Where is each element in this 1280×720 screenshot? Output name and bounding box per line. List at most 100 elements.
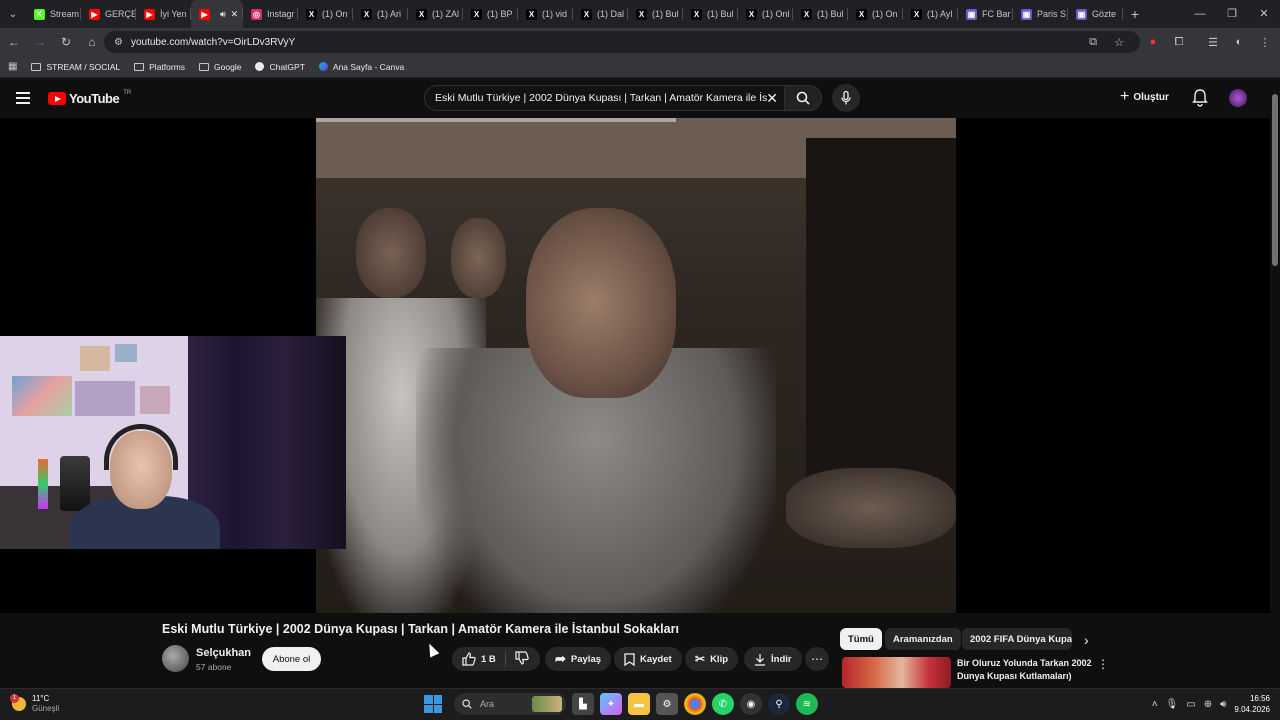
clear-search-icon[interactable]: ✕ xyxy=(766,90,778,107)
browser-tab[interactable]: X (1) Ari xyxy=(353,0,408,28)
weather-widget[interactable]: 1 11°C Güneşli xyxy=(10,694,59,714)
browser-tab[interactable]: X (1) Bul xyxy=(793,0,848,28)
obs-icon[interactable]: ◉ xyxy=(740,693,762,715)
create-button[interactable]: + Oluştur xyxy=(1120,88,1169,106)
browser-tab[interactable]: X (1) On xyxy=(298,0,353,28)
channel-avatar[interactable] xyxy=(162,645,189,672)
recommended-more-icon[interactable]: ⋮ xyxy=(1097,657,1109,671)
extension-icon[interactable]: ● xyxy=(1142,31,1164,53)
channel-name[interactable]: Selçukhan xyxy=(196,647,251,659)
scrollbar-thumb[interactable] xyxy=(1272,94,1278,266)
site-info-icon[interactable]: ⚙ xyxy=(114,37,123,48)
youtube-logo[interactable]: YouTube TR xyxy=(48,90,131,106)
browser-tab[interactable]: ◎ Instagr xyxy=(243,0,298,28)
notifications-bell-icon[interactable] xyxy=(1192,89,1208,112)
extensions-puzzle-icon[interactable]: ⧠ xyxy=(1168,31,1190,53)
account-avatar[interactable] xyxy=(1229,89,1247,107)
save-button[interactable]: Kaydet xyxy=(614,647,682,671)
settings-gear-icon[interactable]: ⚙ xyxy=(656,693,678,715)
browser-tab[interactable]: X (1) Bul xyxy=(683,0,738,28)
browser-menu-icon[interactable]: ⋮ xyxy=(1254,31,1276,53)
browser-tab[interactable]: X (1) Dal xyxy=(573,0,628,28)
dislike-button[interactable] xyxy=(515,650,529,668)
browser-tab[interactable]: X (1) BP xyxy=(463,0,518,28)
whatsapp-icon[interactable]: ✆ xyxy=(712,693,734,715)
address-bar[interactable]: ⚙ youtube.com/watch?v=OirLDv3RVyY xyxy=(104,31,1140,53)
file-explorer-icon[interactable]: ▬ xyxy=(628,693,650,715)
sun-icon: 1 xyxy=(10,694,26,711)
restore-icon[interactable]: ❐ xyxy=(1216,0,1248,28)
home-icon[interactable]: ⌂ xyxy=(80,30,104,54)
subscribe-button[interactable]: Abone ol xyxy=(262,647,321,671)
tray-network-icon[interactable]: ⊕ xyxy=(1204,699,1212,710)
browser-tab[interactable]: X (1) Bul xyxy=(628,0,683,28)
search-button[interactable] xyxy=(784,85,822,111)
subscriber-count: 57 abone xyxy=(196,662,232,672)
install-app-icon[interactable]: ⧉ xyxy=(1082,31,1104,53)
reading-list-icon[interactable]: ☰ xyxy=(1202,31,1224,53)
microphone-prop xyxy=(60,456,90,511)
profile-icon[interactable]: ◐ xyxy=(1228,31,1250,53)
bookmark-canva[interactable]: Ana Sayfa - Canva xyxy=(318,62,404,72)
browser-tab[interactable]: ▣ Paris S xyxy=(1013,0,1068,28)
youtube-play-icon xyxy=(48,92,66,105)
chrome-icon[interactable] xyxy=(684,693,706,715)
forward-icon[interactable]: → xyxy=(28,30,52,54)
spotify-icon[interactable]: ≋ xyxy=(796,693,818,715)
logo-text: YouTube xyxy=(69,91,120,106)
task-view-icon[interactable]: ▙ xyxy=(572,693,594,715)
browser-tab[interactable]: K Stream xyxy=(26,0,81,28)
taskbar-search[interactable]: Ara xyxy=(454,693,566,715)
chip-from-search[interactable]: Aramanızdan xyxy=(885,628,961,650)
browser-tab[interactable]: X (1) ZAl xyxy=(408,0,463,28)
browser-tab[interactable]: ▶ İyi Yen xyxy=(136,0,191,28)
tray-volume-icon[interactable]: 🔊︎ xyxy=(1220,699,1226,710)
folder-icon xyxy=(199,62,210,71)
clock[interactable]: 16:56 9.04.2026 xyxy=(1234,693,1270,715)
recommended-thumbnail[interactable] xyxy=(842,657,951,688)
tab-favicon-icon: X xyxy=(801,8,812,20)
tray-chevron-up-icon[interactable]: ˄ xyxy=(1152,699,1158,710)
browser-tab[interactable]: X (1) Ayl xyxy=(903,0,958,28)
like-button[interactable]: 1 B xyxy=(462,652,496,666)
reload-icon[interactable]: ↻ xyxy=(54,30,78,54)
chip-all[interactable]: Tümü xyxy=(840,628,882,650)
copilot-icon[interactable]: ✦ xyxy=(600,693,622,715)
more-actions-icon[interactable]: ⋯ xyxy=(805,647,829,671)
like-dislike-group: 1 B xyxy=(452,647,540,671)
bookmark-stream-social[interactable]: STREAM / SOCIAL xyxy=(31,62,120,72)
tray-microphone-icon[interactable]: 🎙︎ xyxy=(1166,699,1179,710)
new-tab-button[interactable]: + xyxy=(1123,6,1147,22)
minimize-icon[interactable]: — xyxy=(1184,0,1216,28)
search-input[interactable]: Eski Mutlu Türkiye | 2002 Dünya Kupası |… xyxy=(424,85,784,111)
browser-tab[interactable]: X (1) vid xyxy=(518,0,573,28)
apps-grid-icon[interactable]: ▦ xyxy=(8,61,17,72)
browser-tab[interactable]: ▣ FC Bar xyxy=(958,0,1013,28)
clip-button[interactable]: ✂ Klip xyxy=(685,647,739,671)
browser-tab[interactable]: ▶ GERÇE xyxy=(81,0,136,28)
voice-search-button[interactable] xyxy=(832,84,860,112)
browser-tab[interactable]: ▣ Gözte xyxy=(1068,0,1123,28)
steam-icon[interactable]: ⚲ xyxy=(768,693,790,715)
recommended-title[interactable]: Bir Oluruz Yolunda Tarkan 2002 Dunya Kup… xyxy=(957,657,1097,683)
browser-tab[interactable]: X (1) Onl xyxy=(738,0,793,28)
browser-tab[interactable]: ▶ 🔊︎ ✕ xyxy=(191,0,243,28)
bookmark-google[interactable]: Google xyxy=(199,62,241,72)
close-window-icon[interactable]: ✕ xyxy=(1248,0,1280,28)
tab-close-icon[interactable]: ✕ xyxy=(231,9,239,20)
bookmark-chatgpt[interactable]: ChatGPT xyxy=(255,62,305,72)
bookmark-star-icon[interactable]: ☆ xyxy=(1108,31,1130,53)
start-windows-icon[interactable] xyxy=(424,695,442,713)
tab-search-chevron-icon[interactable]: ⌄ xyxy=(0,0,26,28)
download-button[interactable]: İndir xyxy=(744,647,802,671)
chip-next-chevron-icon[interactable]: › xyxy=(1084,632,1089,648)
back-icon[interactable]: ← xyxy=(2,30,26,54)
tab-audio-icon[interactable]: 🔊︎ xyxy=(220,9,226,20)
tray-display-icon[interactable]: ▭ xyxy=(1186,699,1195,710)
page-scrollbar[interactable] xyxy=(1270,78,1280,688)
chip-world-cup[interactable]: 2002 FIFA Dünya Kupası xyxy=(962,628,1072,650)
bookmark-platforms[interactable]: Platforms xyxy=(134,62,185,72)
menu-hamburger-icon[interactable] xyxy=(16,92,30,104)
share-button[interactable]: ➦ Paylaş xyxy=(545,647,612,671)
browser-tab[interactable]: X (1) On xyxy=(848,0,903,28)
